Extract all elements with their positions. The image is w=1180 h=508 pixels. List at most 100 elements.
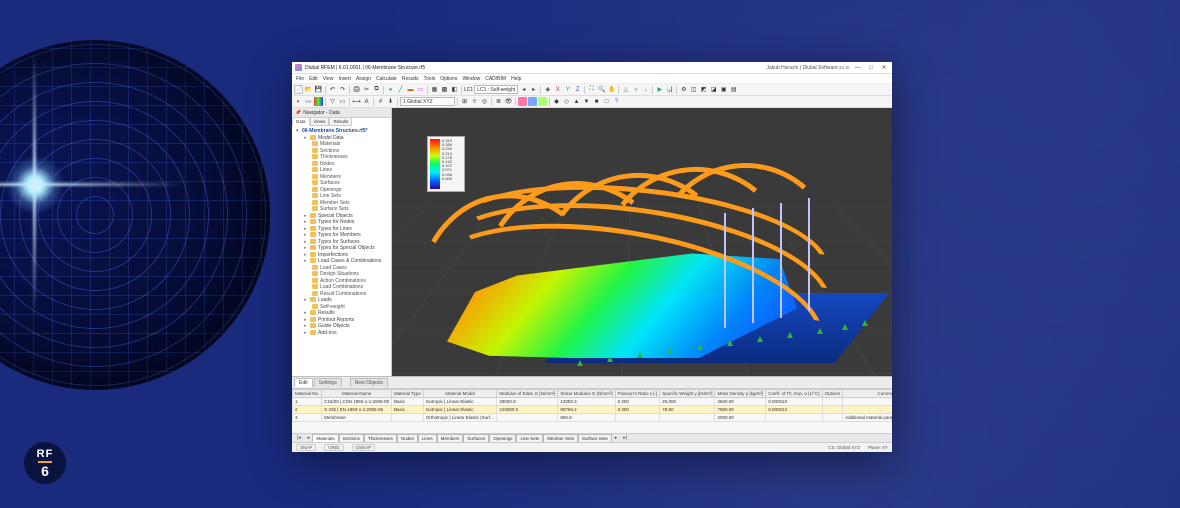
- tab-nav-next-icon[interactable]: ▸: [612, 435, 621, 441]
- cell[interactable]: Isotropic | Linear Elastic: [423, 398, 496, 406]
- cell[interactable]: [766, 414, 822, 422]
- help-icon[interactable]: ?: [612, 97, 621, 106]
- tree-item[interactable]: ▸Load Cases & Combinations: [294, 258, 389, 265]
- osnap-toggle-icon[interactable]: ◎: [480, 97, 489, 106]
- btab-thicknesses[interactable]: Thicknesses: [364, 434, 397, 442]
- col-header[interactable]: Coeff. of Th. Exp. α [1/°C]: [766, 390, 822, 398]
- prev-lc-icon[interactable]: ◂: [519, 85, 528, 94]
- menu-file[interactable]: File: [296, 76, 304, 82]
- col-header[interactable]: Shear Modulus G [N/mm²]: [558, 390, 615, 398]
- iso-view-icon[interactable]: ◈: [543, 85, 552, 94]
- cell[interactable]: S 235 | EN 1993-1-1:2005-05: [322, 406, 392, 414]
- next-lc-icon[interactable]: ▸: [529, 85, 538, 94]
- cell[interactable]: Basic: [391, 398, 423, 406]
- node-icon[interactable]: ●: [386, 85, 395, 94]
- cell[interactable]: [822, 398, 843, 406]
- copy-icon[interactable]: ⧉: [372, 85, 381, 94]
- btab-materials[interactable]: Materials: [312, 434, 338, 442]
- tool-e-icon[interactable]: ▣: [719, 85, 728, 94]
- tab-settings[interactable]: Settings: [314, 378, 342, 387]
- col-header[interactable]: Options: [822, 390, 843, 398]
- tool-f-icon[interactable]: ▤: [729, 85, 738, 94]
- line-icon[interactable]: ╱: [396, 85, 405, 94]
- open-icon[interactable]: 📂: [304, 85, 313, 94]
- misc-2-icon[interactable]: ◇: [562, 97, 571, 106]
- status-snap[interactable]: SNAP: [296, 444, 316, 451]
- cell[interactable]: C16/20 | CSN 1992-1-1:2005-08: [322, 398, 392, 406]
- col-header[interactable]: Material Model: [423, 390, 496, 398]
- cell[interactable]: 78.50: [660, 406, 715, 414]
- navigator-tree[interactable]: ▾06-Membrane Structure.rf5*▸Model DataMa…: [292, 126, 391, 376]
- close-button[interactable]: ✕: [879, 64, 889, 72]
- col-header[interactable]: Poisson's Ratio ν [-]: [615, 390, 660, 398]
- cell[interactable]: 0.000012: [766, 406, 822, 414]
- maximize-button[interactable]: □: [866, 64, 876, 72]
- cell[interactable]: [497, 414, 558, 422]
- cell[interactable]: [660, 414, 715, 422]
- col-header[interactable]: Comment: [843, 390, 892, 398]
- cell[interactable]: 1: [293, 398, 322, 406]
- tab-edit[interactable]: Edit: [294, 378, 313, 387]
- select-icon[interactable]: ▭: [338, 97, 347, 106]
- tab-new-objects[interactable]: New Objects: [350, 378, 388, 387]
- wireframe-icon[interactable]: ▦: [430, 85, 439, 94]
- tab-nav-prev-icon[interactable]: ◂: [304, 435, 313, 441]
- menu-insert[interactable]: Insert: [338, 76, 351, 82]
- misc-4-icon[interactable]: ▼: [582, 97, 591, 106]
- cell[interactable]: 2500.00: [715, 398, 766, 406]
- cell[interactable]: Orthotropic | Linear Elastic (Surf…: [423, 414, 496, 422]
- redo-icon[interactable]: ↷: [338, 85, 347, 94]
- col-header[interactable]: Material No.: [293, 390, 322, 398]
- pan-icon[interactable]: ✋: [607, 85, 616, 94]
- cell[interactable]: 12083.3: [558, 398, 615, 406]
- menu-results[interactable]: Results: [402, 76, 419, 82]
- col-header[interactable]: Mass Density ρ [kg/m³]: [715, 390, 766, 398]
- color-a-icon[interactable]: [518, 97, 527, 106]
- support-icon[interactable]: △: [621, 85, 630, 94]
- col-header[interactable]: Material Type: [391, 390, 423, 398]
- cell[interactable]: 25.000: [660, 398, 715, 406]
- grid-toggle-icon[interactable]: ⊞: [460, 97, 469, 106]
- misc-3-icon[interactable]: ▲: [572, 97, 581, 106]
- tool-b-icon[interactable]: ◫: [689, 85, 698, 94]
- view-x-icon[interactable]: X: [553, 85, 562, 94]
- save-icon[interactable]: 💾: [314, 85, 323, 94]
- tree-item[interactable]: ▸Add-ons: [294, 330, 389, 337]
- btab-members[interactable]: Members: [437, 434, 464, 442]
- col-header[interactable]: Material Name: [322, 390, 392, 398]
- misc-6-icon[interactable]: □: [602, 97, 611, 106]
- cell[interactable]: 7850.00: [715, 406, 766, 414]
- tool-d-icon[interactable]: ◪: [709, 85, 718, 94]
- cell[interactable]: 0.200: [615, 398, 660, 406]
- btab-member-sets[interactable]: Member Sets: [543, 434, 578, 442]
- solid-icon[interactable]: ▩: [440, 85, 449, 94]
- 3d-viewport[interactable]: 0.3190.2840.2490.2130.1780.1420.1070.071…: [392, 108, 892, 376]
- btab-nodes[interactable]: Nodes: [397, 434, 418, 442]
- cell[interactable]: 800.0: [558, 414, 615, 422]
- new-icon[interactable]: 📄: [294, 85, 303, 94]
- deform-icon[interactable]: 〰: [304, 97, 313, 106]
- tool-c-icon[interactable]: ◩: [699, 85, 708, 94]
- results-icon[interactable]: 📊: [665, 85, 674, 94]
- filter-icon[interactable]: ▽: [328, 97, 337, 106]
- menu-help[interactable]: Help: [511, 76, 521, 82]
- load-icon[interactable]: ↓: [641, 85, 650, 94]
- btab-surface-sets[interactable]: Surface Sets: [578, 434, 612, 442]
- workplane-combo[interactable]: 1 Global XYZ: [400, 97, 455, 106]
- cell[interactable]: [822, 414, 843, 422]
- cell[interactable]: Additional material parameters are defin…: [843, 414, 892, 422]
- cell[interactable]: Isotropic | Linear Elastic: [423, 406, 496, 414]
- zoom-window-icon[interactable]: 🔍: [597, 85, 606, 94]
- print-icon[interactable]: 🖨: [352, 85, 361, 94]
- btab-sections[interactable]: Sections: [339, 434, 364, 442]
- tool-a-icon[interactable]: ⚙: [679, 85, 688, 94]
- cell[interactable]: 80769.2: [558, 406, 615, 414]
- nav-tab-results[interactable]: Results: [329, 118, 352, 126]
- undo-icon[interactable]: ↶: [328, 85, 337, 94]
- status-osnap[interactable]: OSNAP: [352, 444, 376, 451]
- tab-nav-first-icon[interactable]: |◂: [294, 435, 304, 441]
- shading-icon[interactable]: ◧: [450, 85, 459, 94]
- contour-icon[interactable]: [314, 97, 323, 106]
- nav-tab-data[interactable]: Data: [292, 118, 310, 126]
- menu-window[interactable]: Window: [462, 76, 480, 82]
